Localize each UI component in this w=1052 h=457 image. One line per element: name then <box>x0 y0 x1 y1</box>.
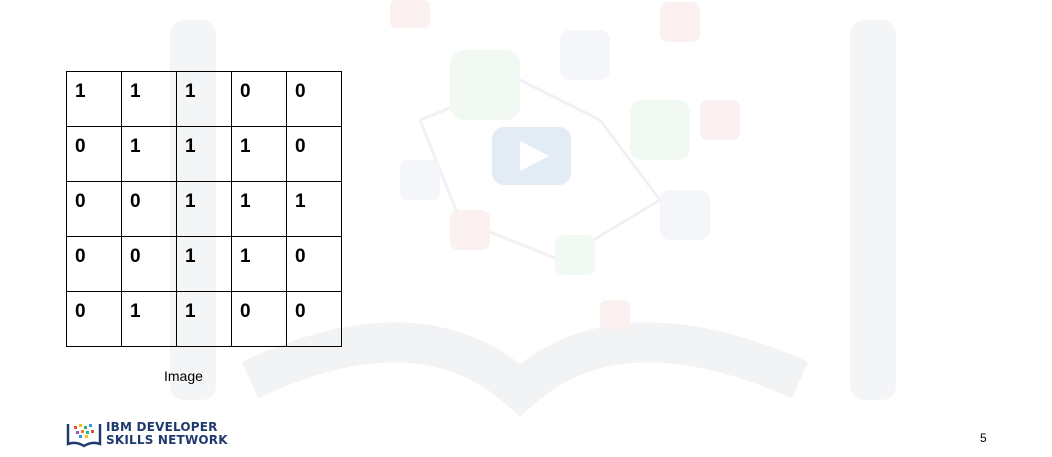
grid-cell: 0 <box>286 236 342 292</box>
book-logo-icon <box>66 424 102 448</box>
page-number: 5 <box>980 431 987 445</box>
ibm-developer-skills-network-logo: IBM DEVELOPER SKILLS NETWORK <box>66 420 228 448</box>
grid-cell: 0 <box>121 181 177 237</box>
grid-cell: 0 <box>286 291 342 347</box>
grid-cell: 1 <box>176 181 232 237</box>
grid-cell: 0 <box>231 71 287 127</box>
grid-cell: 1 <box>176 291 232 347</box>
grid-cell: 0 <box>66 181 122 237</box>
grid-cell: 0 <box>66 236 122 292</box>
grid-cell: 1 <box>66 71 122 127</box>
grid-row: 0 0 1 1 1 <box>66 181 342 237</box>
grid-cell: 1 <box>121 71 177 127</box>
image-caption: Image <box>164 368 203 384</box>
grid-cell: 0 <box>66 291 122 347</box>
grid-row: 0 0 1 1 0 <box>66 236 342 292</box>
grid-cell: 1 <box>176 126 232 182</box>
grid-cell: 0 <box>286 126 342 182</box>
play-button[interactable] <box>492 127 571 185</box>
grid-cell: 1 <box>176 236 232 292</box>
grid-cell: 1 <box>231 181 287 237</box>
grid-cell: 0 <box>286 71 342 127</box>
grid-row: 1 1 1 0 0 <box>66 71 342 127</box>
grid-cell: 1 <box>121 126 177 182</box>
grid-cell: 1 <box>121 291 177 347</box>
grid-cell: 1 <box>176 71 232 127</box>
logo-line-2: SKILLS NETWORK <box>106 433 228 447</box>
grid-row: 0 1 1 0 0 <box>66 291 342 347</box>
grid-cell: 0 <box>231 291 287 347</box>
grid-cell: 1 <box>231 126 287 182</box>
grid-cell: 1 <box>286 181 342 237</box>
binary-image-grid: 1 1 1 0 0 0 1 1 1 0 0 0 1 1 1 0 0 1 1 0 … <box>66 71 342 347</box>
grid-cell: 1 <box>231 236 287 292</box>
grid-cell: 0 <box>66 126 122 182</box>
grid-row: 0 1 1 1 0 <box>66 126 342 182</box>
grid-cell: 0 <box>121 236 177 292</box>
